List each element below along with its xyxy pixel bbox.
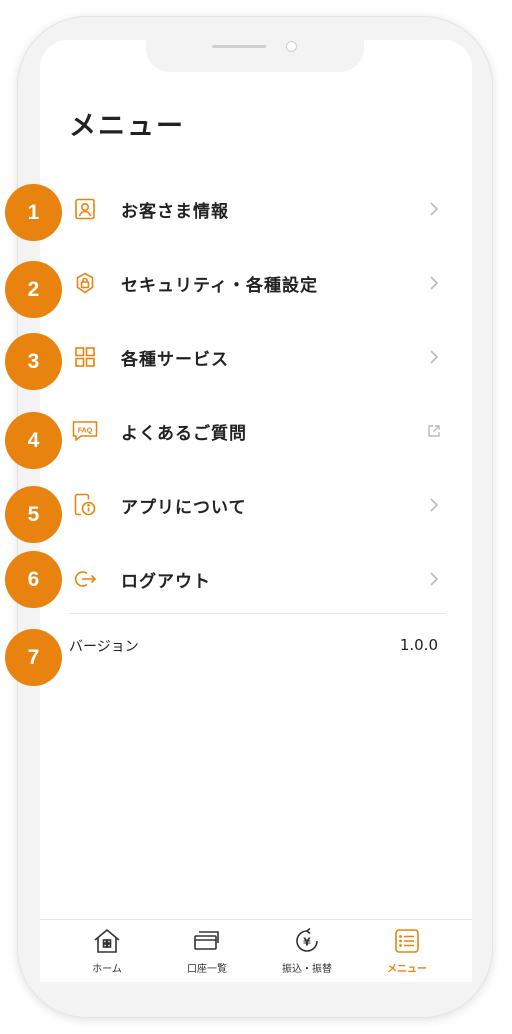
chevron-right-icon (424, 569, 444, 589)
menu-item-label: セキュリティ・各種設定 (121, 275, 318, 296)
chevron-right-icon (424, 199, 444, 219)
menu-item-label: ログアウト (121, 571, 211, 592)
chevron-right-icon (424, 273, 444, 293)
version-label: バージョン (69, 639, 139, 655)
yen-transfer-icon: ¥ (291, 926, 323, 956)
svg-text:FAQ: FAQ (78, 428, 93, 435)
chevron-right-icon (424, 347, 444, 367)
speaker-grille (212, 45, 266, 48)
logout-icon (69, 563, 101, 595)
callout-badge: 1 (5, 184, 62, 241)
menu-item-label: よくあるご質問 (121, 423, 247, 444)
menu-item-label: 各種サービス (121, 349, 229, 370)
bottom-tab-bar: ホーム 口座一覧 ¥ 振込・振替 メニュー (40, 919, 472, 982)
menu-item-about-app[interactable]: アプリについて (69, 482, 444, 528)
tab-label: 口座一覧 (187, 964, 227, 975)
page-title: メニュー (69, 111, 185, 142)
tab-label: ホーム (92, 964, 122, 975)
shield-lock-icon (69, 267, 101, 299)
menu-item-label: アプリについて (121, 497, 247, 518)
callout-badge: 4 (5, 412, 62, 469)
app-info-icon (69, 489, 101, 521)
tab-label: メニュー (387, 964, 427, 975)
menu-item-services[interactable]: 各種サービス (69, 334, 444, 380)
grid-icon (69, 341, 101, 373)
home-icon (91, 926, 123, 956)
divider (69, 613, 445, 614)
tab-home[interactable]: ホーム (67, 926, 147, 982)
menu-list-icon (391, 926, 423, 956)
callout-badge: 5 (5, 486, 62, 543)
callout-badge: 6 (5, 551, 62, 608)
menu-item-customer-info[interactable]: お客さま情報 (69, 186, 444, 232)
person-card-icon (69, 193, 101, 225)
faq-chat-icon: FAQ (69, 415, 101, 447)
menu-item-logout[interactable]: ログアウト (69, 556, 444, 602)
tab-menu[interactable]: メニュー (367, 926, 447, 982)
tab-transfer[interactable]: ¥ 振込・振替 (267, 926, 347, 982)
menu-item-label: お客さま情報 (121, 201, 229, 222)
card-stack-icon (191, 926, 223, 956)
svg-text:¥: ¥ (303, 936, 311, 949)
callout-badge: 3 (5, 333, 62, 390)
tab-accounts[interactable]: 口座一覧 (167, 926, 247, 982)
callout-badge: 2 (5, 261, 62, 318)
chevron-right-icon (424, 495, 444, 515)
front-camera (286, 41, 297, 52)
tab-label: 振込・振替 (282, 964, 332, 975)
menu-item-security-settings[interactable]: セキュリティ・各種設定 (69, 260, 444, 306)
menu-item-faq[interactable]: FAQ よくあるご質問 (69, 408, 444, 454)
external-link-icon (424, 421, 444, 441)
callout-badge: 7 (5, 629, 62, 686)
version-value: 1.0.0 (399, 636, 438, 654)
